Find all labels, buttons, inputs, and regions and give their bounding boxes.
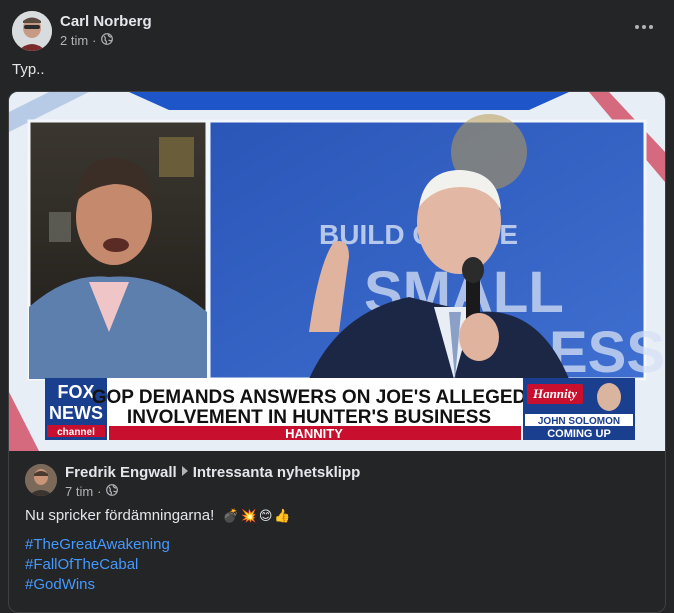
- thumbs-up-emoji: 👍: [274, 507, 291, 523]
- headline-line2: INVOLVEMENT IN HUNTER'S BUSINESS: [127, 407, 491, 428]
- more-options-icon[interactable]: [630, 17, 658, 37]
- meta-separator: ·: [92, 33, 97, 48]
- post-header: Carl Norberg 2 tim ·: [12, 11, 662, 51]
- smile-emoji: 😊: [258, 507, 273, 523]
- post-text: Typ..: [12, 61, 45, 78]
- bomb-emoji: 💣: [222, 507, 239, 523]
- video-thumbnail[interactable]: BUILD ON THE SMALL ESS FOX NEWS channel …: [9, 92, 665, 451]
- author-name[interactable]: Carl Norberg: [60, 13, 152, 30]
- shared-text-content: Nu spricker fördämningarna!: [25, 507, 215, 524]
- collision-emoji: 💥: [240, 507, 257, 523]
- fox-logo-line3: channel: [57, 427, 95, 438]
- headline-line1: GOP DEMANDS ANSWERS ON JOE'S ALLEGED: [92, 387, 527, 408]
- hashtag-link[interactable]: #FallOfTheCabal: [25, 555, 170, 575]
- hashtag-link[interactable]: #GodWins: [25, 575, 170, 595]
- hashtag-list: #TheGreatAwakening #FallOfTheCabal #GodW…: [25, 535, 170, 595]
- promo-guest: JOHN SOLOMON: [538, 416, 620, 427]
- hashtag-link[interactable]: #TheGreatAwakening: [25, 535, 170, 555]
- promo-brand: Hannity: [532, 386, 577, 401]
- promo-tag: COMING UP: [547, 428, 611, 440]
- post-time[interactable]: 2 tim: [60, 33, 88, 48]
- shared-post-time[interactable]: 7 tim: [65, 484, 93, 499]
- shared-post-text: Nu spricker fördämningarna! 💣 💥 😊 👍: [25, 507, 291, 524]
- show-name: HANNITY: [285, 426, 343, 441]
- meta-separator: ·: [97, 484, 102, 499]
- fox-logo-line1: FOX: [57, 382, 94, 402]
- shared-post-header: Fredrik Engwall Intressanta nyhetsklipp …: [25, 464, 645, 504]
- author-avatar[interactable]: [12, 11, 52, 51]
- shared-post-names: Fredrik Engwall Intressanta nyhetsklipp: [65, 464, 360, 481]
- shared-author-name[interactable]: Fredrik Engwall: [65, 464, 177, 481]
- group-name[interactable]: Intressanta nyhetsklipp: [193, 464, 361, 481]
- post-meta: 2 tim ·: [60, 33, 113, 48]
- globe-icon: [100, 33, 113, 48]
- shared-author-avatar[interactable]: [25, 464, 57, 496]
- shared-post-meta: 7 tim ·: [65, 484, 118, 499]
- globe-icon: [105, 484, 118, 499]
- shared-post[interactable]: BUILD ON THE SMALL ESS FOX NEWS channel …: [8, 91, 666, 613]
- caret-right-icon: [181, 464, 189, 481]
